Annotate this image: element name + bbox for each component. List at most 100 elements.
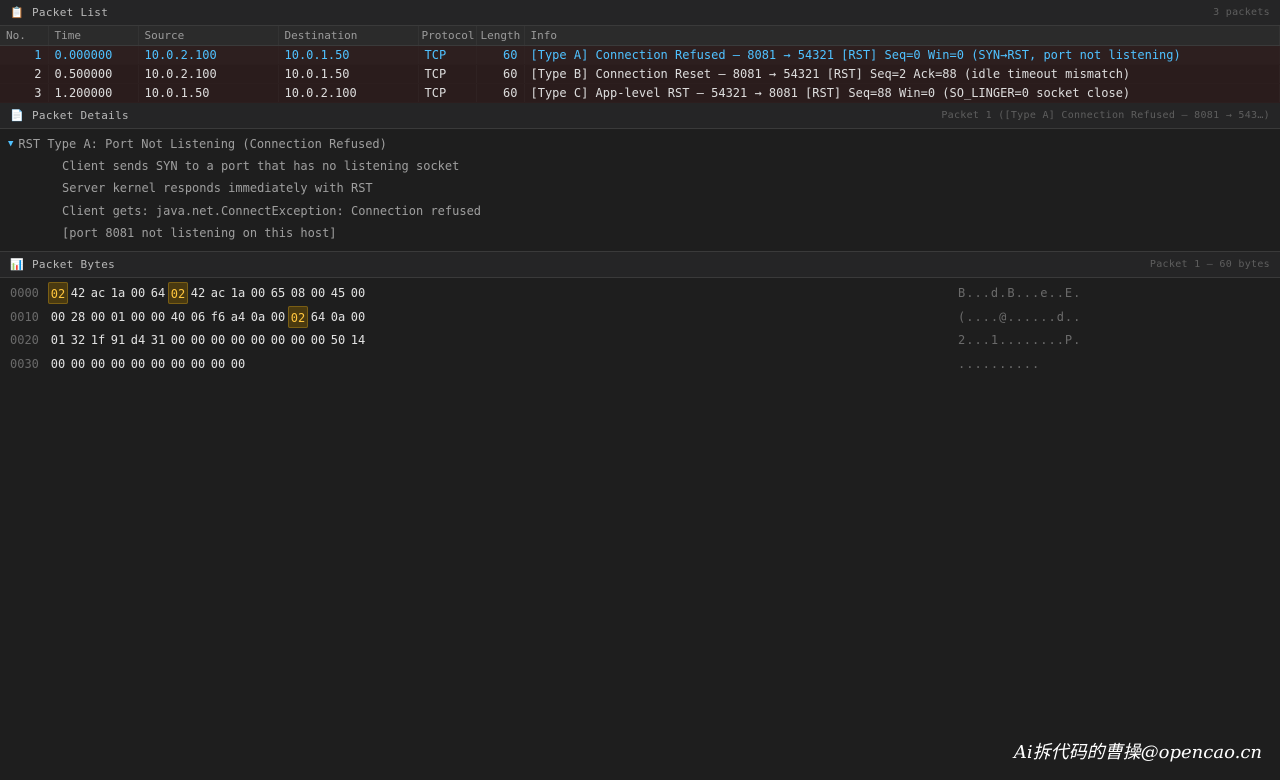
packet-protocol: TCP bbox=[418, 83, 477, 103]
hex-byte[interactable]: 00 bbox=[228, 329, 248, 351]
hex-byte[interactable]: 01 bbox=[48, 329, 68, 351]
packet-bytes-pane: 0000 02 42 ac 1a 00 64 02 42 ac 1a 00 65 08 00 45 00 B...… bbox=[0, 278, 1280, 376]
column-header-protocol[interactable]: Protocol bbox=[418, 26, 477, 46]
hex-byte[interactable]: 00 bbox=[248, 329, 268, 351]
column-header-destination[interactable]: Destination bbox=[278, 26, 419, 46]
hex-byte[interactable]: 42 bbox=[68, 282, 88, 304]
hex-byte[interactable]: ac bbox=[88, 282, 108, 304]
tree-child-item[interactable]: [port 8081 not listening on this host] bbox=[0, 222, 1280, 245]
column-header-no[interactable]: No. bbox=[0, 26, 49, 46]
hex-byte[interactable]: 00 bbox=[348, 306, 368, 328]
hex-byte[interactable]: 40 bbox=[168, 306, 188, 328]
hex-byte[interactable]: f6 bbox=[208, 306, 228, 328]
packet-destination: 10.0.1.50 bbox=[278, 45, 419, 65]
column-header-length[interactable]: Length bbox=[476, 26, 525, 46]
hex-byte[interactable]: a4 bbox=[228, 306, 248, 328]
hex-byte[interactable]: 00 bbox=[308, 282, 328, 304]
hex-byte-highlighted[interactable]: 02 bbox=[48, 282, 68, 305]
packet-destination: 10.0.2.100 bbox=[278, 83, 419, 103]
packet-row[interactable]: 2 0.500000 10.0.2.100 10.0.1.50 TCP 60 [… bbox=[0, 64, 1280, 84]
hex-byte[interactable]: 91 bbox=[108, 329, 128, 351]
hex-byte[interactable]: 00 bbox=[228, 353, 248, 375]
hex-byte[interactable]: 00 bbox=[128, 353, 148, 375]
hex-byte[interactable]: 00 bbox=[268, 329, 288, 351]
hex-byte[interactable]: 00 bbox=[108, 353, 128, 375]
hex-byte[interactable]: 00 bbox=[48, 353, 68, 375]
hex-byte[interactable]: 08 bbox=[288, 282, 308, 304]
hex-byte[interactable]: 1a bbox=[108, 282, 128, 304]
packet-time: 1.200000 bbox=[48, 83, 139, 103]
hex-byte[interactable]: 28 bbox=[68, 306, 88, 328]
hex-byte-highlighted[interactable]: 02 bbox=[168, 282, 188, 305]
column-header-source[interactable]: Source bbox=[138, 26, 279, 46]
ascii-dump: (....@......d.. bbox=[958, 309, 1082, 324]
ascii-dump: .......... bbox=[958, 356, 1041, 371]
tree-child-item[interactable]: Server kernel responds immediately with … bbox=[0, 177, 1280, 200]
packet-source: 10.0.2.100 bbox=[138, 45, 279, 65]
hex-byte[interactable]: 1f bbox=[88, 329, 108, 351]
packet-length: 60 bbox=[476, 64, 525, 84]
column-header-info[interactable]: Info bbox=[524, 26, 1280, 46]
packet-info: [Type A] Connection Refused — 8081 → 543… bbox=[524, 45, 1280, 65]
hex-byte[interactable]: d4 bbox=[128, 329, 148, 351]
column-header-time[interactable]: Time bbox=[48, 26, 139, 46]
hex-dump-row: 0030 00 00 00 00 00 00 00 00 00 00.......... bbox=[0, 352, 1280, 376]
hex-byte[interactable]: ac bbox=[208, 282, 228, 304]
hex-byte[interactable]: 32 bbox=[68, 329, 88, 351]
packet-protocol: TCP bbox=[418, 45, 477, 65]
hex-byte[interactable]: 00 bbox=[148, 306, 168, 328]
hex-byte[interactable]: 50 bbox=[328, 329, 348, 351]
hex-byte[interactable]: 00 bbox=[88, 353, 108, 375]
hex-byte[interactable]: 00 bbox=[348, 282, 368, 304]
tree-child-item[interactable]: Client gets: java.net.ConnectException: … bbox=[0, 200, 1280, 223]
hex-byte[interactable]: 06 bbox=[188, 306, 208, 328]
hex-byte[interactable]: 14 bbox=[348, 329, 368, 351]
hex-byte[interactable]: 42 bbox=[188, 282, 208, 304]
hex-byte[interactable]: 00 bbox=[268, 306, 288, 328]
hex-byte[interactable]: 00 bbox=[148, 353, 168, 375]
packet-no: 1 bbox=[0, 45, 49, 65]
hex-byte[interactable]: 00 bbox=[208, 329, 228, 351]
hex-byte[interactable]: 31 bbox=[148, 329, 168, 351]
hex-byte[interactable]: 1a bbox=[228, 282, 248, 304]
packet-info: [Type B] Connection Reset — 8081 → 54321… bbox=[524, 64, 1280, 84]
hex-byte[interactable]: 64 bbox=[148, 282, 168, 304]
hex-byte[interactable]: 00 bbox=[128, 306, 148, 328]
hex-byte[interactable]: 45 bbox=[328, 282, 348, 304]
hex-byte[interactable]: 00 bbox=[168, 329, 188, 351]
hex-byte[interactable]: 00 bbox=[208, 353, 228, 375]
hex-byte[interactable]: 00 bbox=[128, 282, 148, 304]
packet-row[interactable]: 1 0.000000 10.0.2.100 10.0.1.50 TCP 60 [… bbox=[0, 45, 1280, 65]
hex-byte[interactable]: 00 bbox=[48, 306, 68, 328]
packet-count: 3 packets bbox=[1213, 7, 1270, 18]
hex-bytes: 02 42 ac 1a 00 64 02 42 ac 1a 00 65 08 00 45 00 bbox=[48, 282, 368, 305]
packet-protocol: TCP bbox=[418, 64, 477, 84]
caret-down-icon[interactable]: ▼ bbox=[8, 133, 13, 155]
hex-byte[interactable]: 0a bbox=[248, 306, 268, 328]
hex-dump-row: 0010 00 28 00 01 00 00 40 06 f6 a4 0a 00 02 64 0a 00 (...… bbox=[0, 305, 1280, 329]
hex-byte[interactable]: 00 bbox=[188, 329, 208, 351]
hex-byte[interactable]: 00 bbox=[88, 306, 108, 328]
hex-byte-highlighted[interactable]: 02 bbox=[288, 305, 308, 328]
hex-byte[interactable]: 00 bbox=[248, 282, 268, 304]
hex-byte[interactable]: 65 bbox=[268, 282, 288, 304]
hex-bytes: 00 00 00 00 00 00 00 00 00 00 bbox=[48, 353, 248, 375]
hex-dump-row: 0020 01 32 1f 91 d4 31 00 00 00 00 00 00 00 00 50 14 2...… bbox=[0, 329, 1280, 353]
hex-byte[interactable]: 64 bbox=[308, 306, 328, 328]
hex-byte[interactable]: 01 bbox=[108, 306, 128, 328]
tree-node-label: RST Type A: Port Not Listening (Connecti… bbox=[18, 136, 387, 151]
packet-info: [Type C] App-level RST — 54321 → 8081 [R… bbox=[524, 83, 1280, 103]
hex-byte[interactable]: 00 bbox=[68, 353, 88, 375]
packet-list-title: Packet List bbox=[32, 6, 109, 19]
tree-child-item[interactable]: Client sends SYN to a port that has no l… bbox=[0, 155, 1280, 178]
hex-byte[interactable]: 00 bbox=[288, 329, 308, 351]
packet-row[interactable]: 3 1.200000 10.0.1.50 10.0.2.100 TCP 60 [… bbox=[0, 83, 1280, 103]
packet-length: 60 bbox=[476, 83, 525, 103]
tree-node-rst-type-a[interactable]: ▼ RST Type A: Port Not Listening (Connec… bbox=[0, 133, 1280, 155]
hex-byte[interactable]: 0a bbox=[328, 306, 348, 328]
packet-destination: 10.0.1.50 bbox=[278, 64, 419, 84]
hex-byte[interactable]: 00 bbox=[168, 353, 188, 375]
hex-byte[interactable]: 00 bbox=[188, 353, 208, 375]
watermark: Ai拆代码的曹操@opencao.cn bbox=[1013, 742, 1262, 763]
hex-byte[interactable]: 00 bbox=[308, 329, 328, 351]
